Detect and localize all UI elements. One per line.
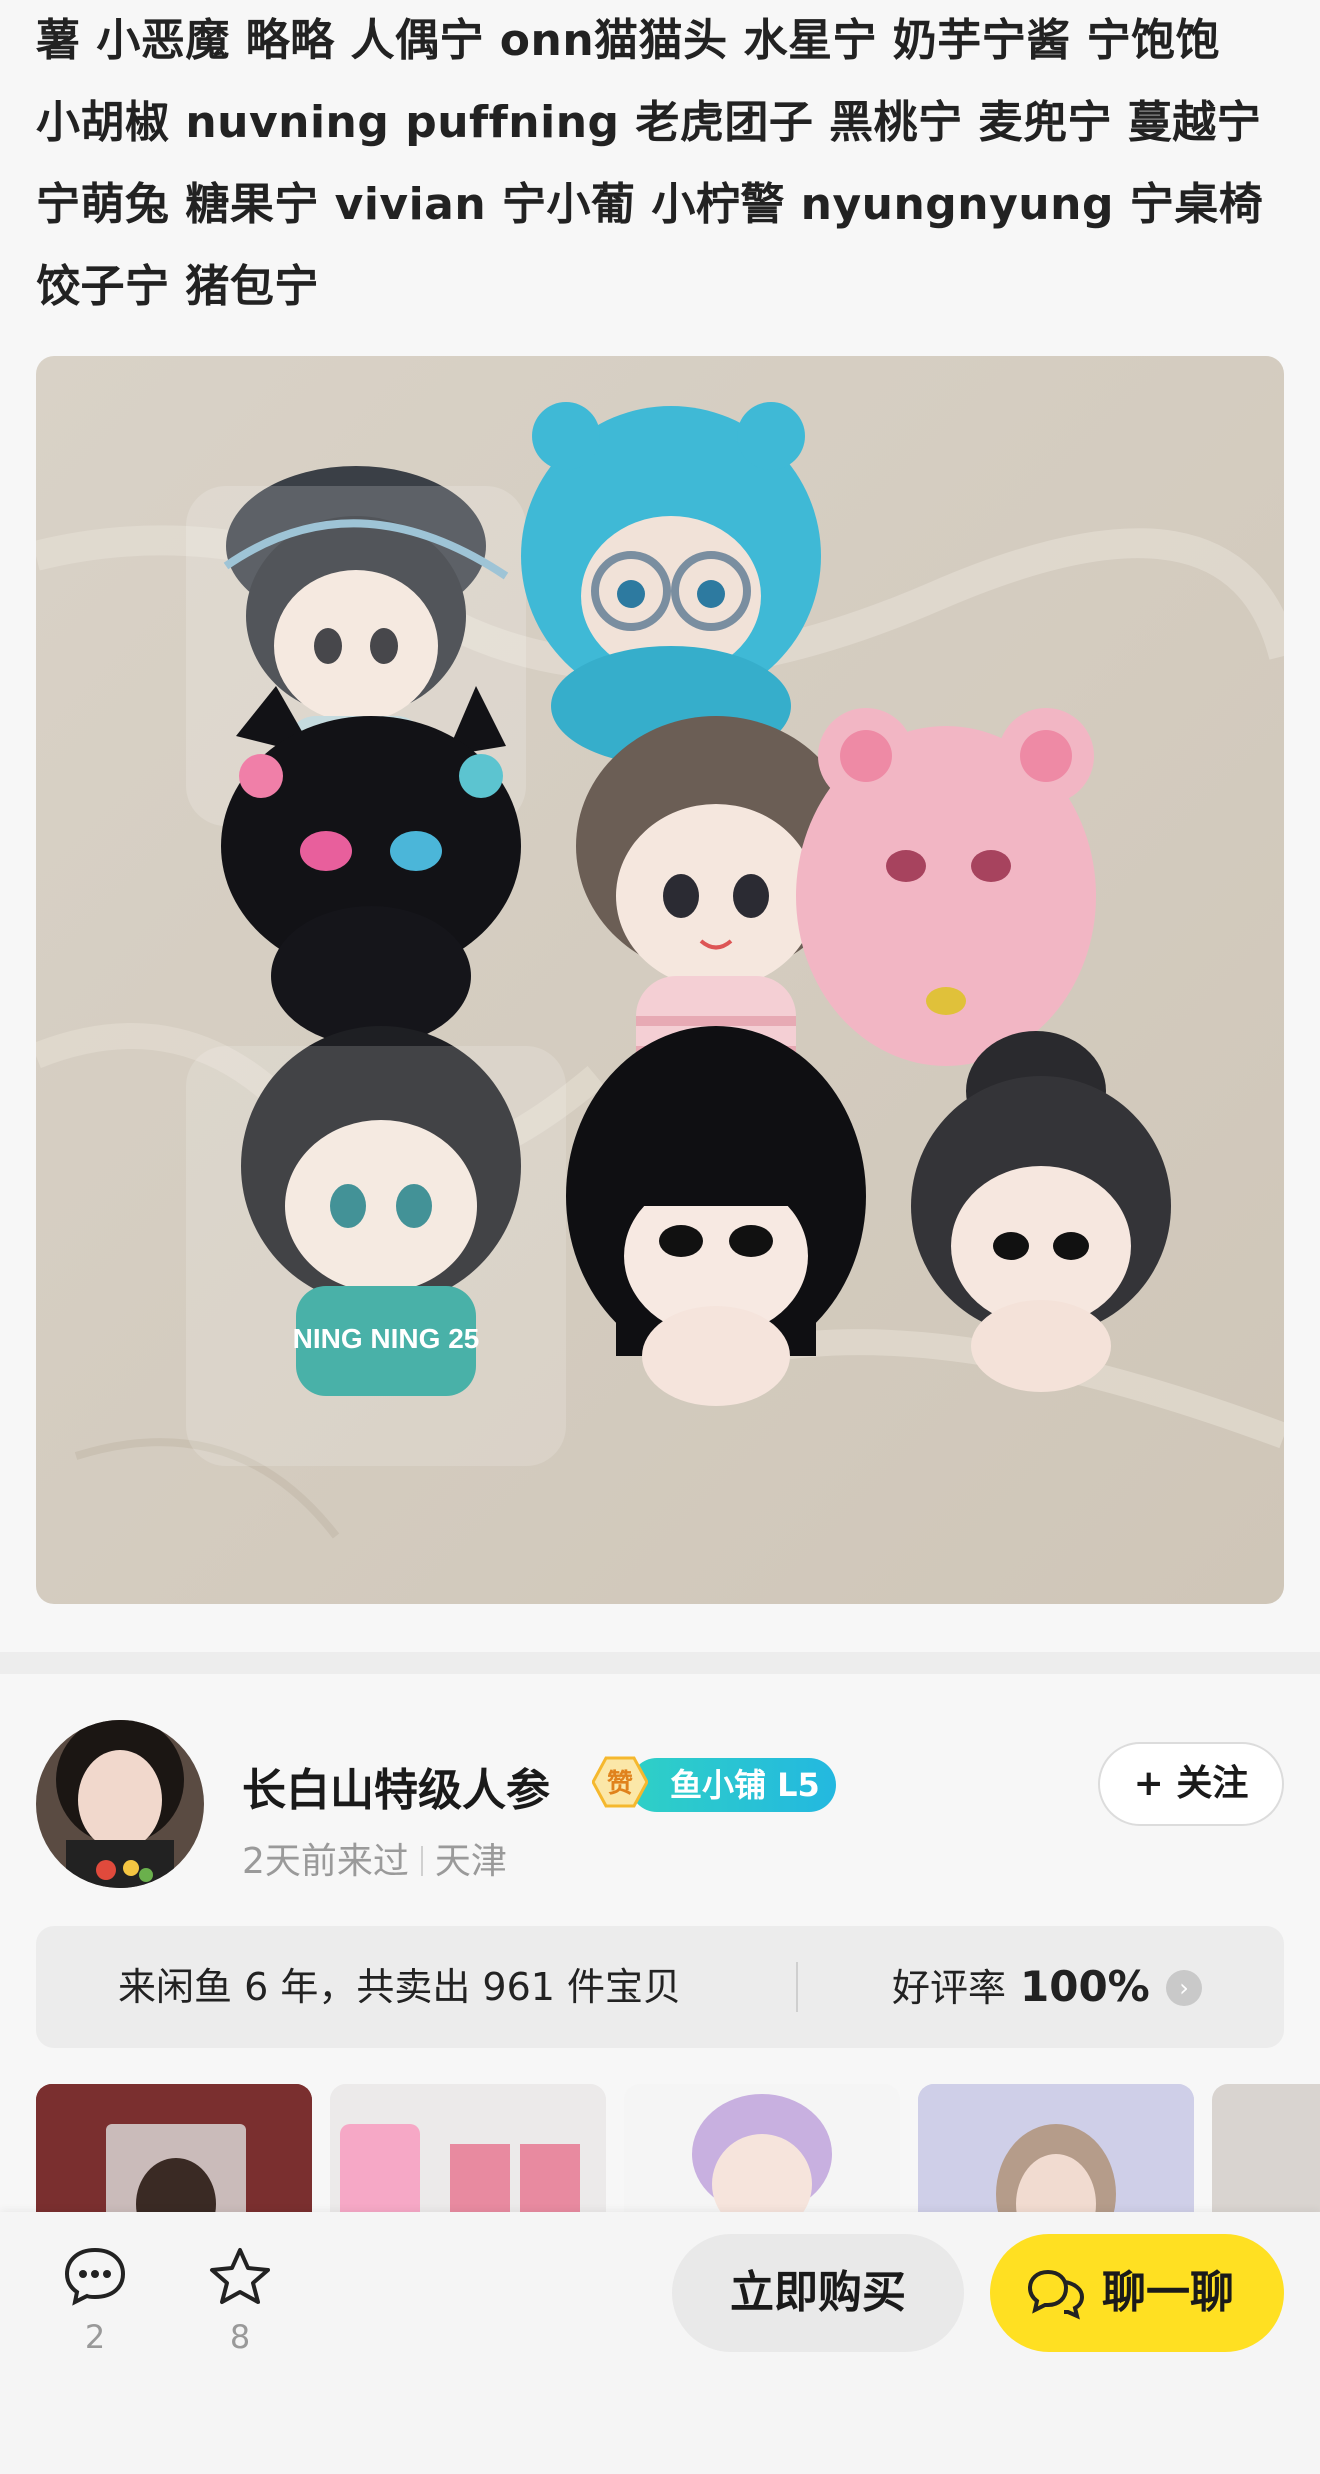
chevron-right-icon[interactable]: › <box>1166 1970 1202 2006</box>
more-item[interactable] <box>1212 2084 1320 2224</box>
favorite-button[interactable]: 8 <box>195 2246 285 2356</box>
bottom-action-bar: 2 8 立即购买 聊一聊 <box>0 2212 1320 2474</box>
description-line: 小胡椒 nuvning puffning 老虎团子 黑桃宁 麦兜宁 蔓越宁 <box>36 97 1262 148</box>
rating: 好评率 100% <box>892 1926 1150 2049</box>
rating-value: 100% <box>1020 1962 1150 2011</box>
buy-now-button[interactable]: 立即购买 <box>672 2234 964 2352</box>
hexagon-badge-icon: 赞 <box>591 1756 649 1808</box>
seller-stats-bar[interactable]: 来闲鱼 6 年，共卖出 961 件宝贝 好评率 100% › <box>36 1926 1284 2048</box>
rating-label: 好评率 <box>892 1966 1007 2010</box>
svg-text:赞: 赞 <box>606 1769 633 1799</box>
seller-avatar[interactable] <box>36 1720 204 1888</box>
sales-summary: 来闲鱼 6 年，共卖出 961 件宝贝 <box>118 1965 682 2009</box>
seller-meta: 2天前来过 天津 <box>242 1832 507 1884</box>
portrait-card-item[interactable] <box>918 2084 1194 2224</box>
stats-divider <box>796 1962 798 2012</box>
photocard-item[interactable] <box>36 2084 312 2224</box>
product-photo[interactable]: NING NING 25 <box>36 356 1284 1604</box>
favorite-count: 8 <box>229 2318 251 2356</box>
location: 天津 <box>434 1841 507 1882</box>
chat-bubble-icon <box>1027 2269 1085 2320</box>
shop-level-label: 鱼小铺 L5 <box>670 1766 820 1804</box>
item-description: 薯 小恶魔 略略 人偶宁 onn猫猫头 水星宁 奶芋宁酱 宁饱饱 小胡椒 nuv… <box>36 0 1296 328</box>
seller-items-strip <box>36 2084 1320 2224</box>
description-line: 宁萌兔 糖果宁 vivian 宁小葡 小柠警 nyungnyung 宁桌椅 <box>36 179 1264 230</box>
seller-name[interactable]: 长白山特级人参 <box>242 1754 550 1818</box>
shop-level-badge[interactable]: 鱼小铺 L5 <box>630 1758 836 1812</box>
comment-icon <box>64 2247 126 2306</box>
doll-plush-item[interactable] <box>624 2084 900 2224</box>
pink-keychain-item[interactable] <box>330 2084 606 2224</box>
section-divider <box>0 1652 1320 1674</box>
chat-label: 聊一聊 <box>1102 2267 1234 2318</box>
meta-separator <box>420 1846 423 1876</box>
follow-button[interactable]: + 关注 <box>1098 1742 1284 1826</box>
description-line: 薯 小恶魔 略略 人偶宁 onn猫猫头 水星宁 奶芋宁酱 宁饱饱 <box>36 15 1221 66</box>
zan-badge: 赞 <box>591 1756 649 1808</box>
comment-count: 2 <box>84 2318 106 2356</box>
comment-button[interactable]: 2 <box>50 2246 140 2356</box>
star-icon <box>210 2248 270 2304</box>
chat-button[interactable]: 聊一聊 <box>990 2234 1284 2352</box>
description-line: 饺子宁 猪包宁 <box>36 261 319 312</box>
last-seen: 2天前来过 <box>242 1841 409 1882</box>
